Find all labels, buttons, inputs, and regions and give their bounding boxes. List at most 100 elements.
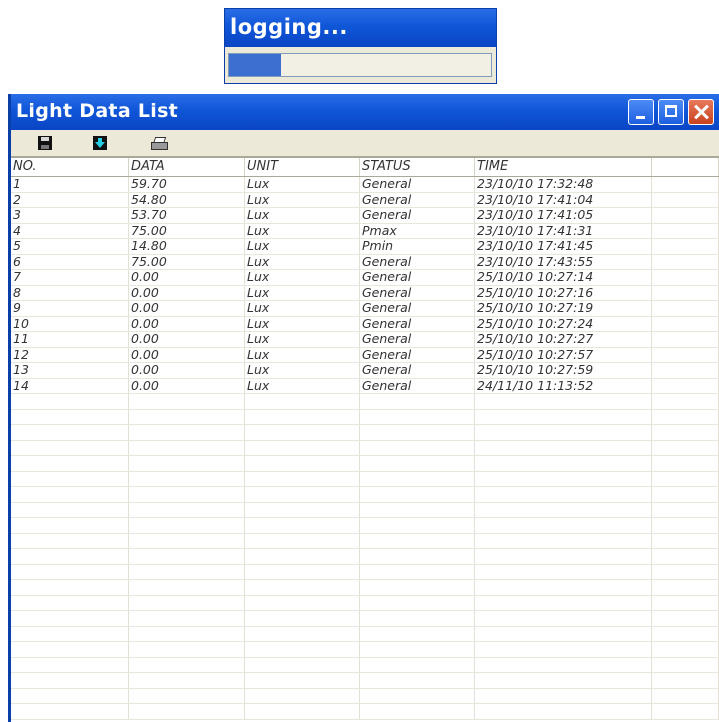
table-row[interactable]: 14 0.00 Lux General 24/11/10 11:13:52 xyxy=(11,378,719,394)
cell-time xyxy=(475,518,652,533)
table-row[interactable]: 10 0.00 Lux General 25/10/10 10:27:24 xyxy=(11,316,719,332)
cell-no: 4 xyxy=(11,223,129,238)
empty-table-row[interactable] xyxy=(11,440,719,456)
cell-empty xyxy=(652,394,719,409)
cell-unit xyxy=(245,549,360,564)
column-header-time[interactable]: TIME xyxy=(475,158,652,176)
light-data-list-window: Light Data List NO. DATA UNIT STATUS TIM… xyxy=(8,94,719,722)
table-row[interactable]: 7 0.00 Lux General 25/10/10 10:27:14 xyxy=(11,270,719,286)
empty-table-row[interactable] xyxy=(11,425,719,441)
empty-table-row[interactable] xyxy=(11,487,719,503)
cell-unit: Lux xyxy=(245,316,360,331)
table-row[interactable]: 11 0.00 Lux General 25/10/10 10:27:27 xyxy=(11,332,719,348)
cell-unit xyxy=(245,688,360,703)
table-row[interactable]: 6 75.00 Lux General 23/10/10 17:43:55 xyxy=(11,254,719,270)
cell-empty xyxy=(652,673,719,688)
cell-time xyxy=(475,425,652,440)
cell-status xyxy=(360,595,475,610)
download-icon[interactable] xyxy=(93,136,107,150)
empty-table-row[interactable] xyxy=(11,688,719,704)
table-row[interactable]: 5 14.80 Lux Pmin 23/10/10 17:41:45 xyxy=(11,239,719,255)
cell-unit: Lux xyxy=(245,301,360,316)
cell-status xyxy=(360,642,475,657)
cell-status xyxy=(360,440,475,455)
table-row[interactable]: 3 53.70 Lux General 23/10/10 17:41:05 xyxy=(11,208,719,224)
cell-data: 0.00 xyxy=(129,378,245,393)
cell-empty xyxy=(652,425,719,440)
minimize-button[interactable] xyxy=(628,99,654,125)
cell-unit: Lux xyxy=(245,239,360,254)
column-header-no[interactable]: NO. xyxy=(11,158,129,176)
cell-empty xyxy=(652,285,719,300)
cell-empty xyxy=(652,487,719,502)
empty-table-row[interactable] xyxy=(11,657,719,673)
cell-status xyxy=(360,487,475,502)
cell-data: 53.70 xyxy=(129,208,245,223)
empty-table-row[interactable] xyxy=(11,642,719,658)
cell-time: 23/10/10 17:41:05 xyxy=(475,208,652,223)
empty-table-row[interactable] xyxy=(11,595,719,611)
empty-table-row[interactable] xyxy=(11,580,719,596)
table-row[interactable]: 12 0.00 Lux General 25/10/10 10:27:57 xyxy=(11,347,719,363)
cell-empty xyxy=(652,580,719,595)
cell-unit xyxy=(245,642,360,657)
empty-table-row[interactable] xyxy=(11,471,719,487)
cell-empty xyxy=(652,208,719,223)
cell-time xyxy=(475,704,652,719)
table-row[interactable]: 8 0.00 Lux General 25/10/10 10:27:16 xyxy=(11,285,719,301)
cell-unit: Lux xyxy=(245,378,360,393)
cell-unit xyxy=(245,502,360,517)
empty-table-row[interactable] xyxy=(11,611,719,627)
empty-table-row[interactable] xyxy=(11,518,719,534)
empty-table-row[interactable] xyxy=(11,564,719,580)
column-header-status[interactable]: STATUS xyxy=(360,158,475,176)
column-header-empty[interactable] xyxy=(652,158,719,176)
cell-time xyxy=(475,564,652,579)
cell-no xyxy=(11,549,129,564)
empty-table-row[interactable] xyxy=(11,394,719,410)
table-row[interactable]: 13 0.00 Lux General 25/10/10 10:27:59 xyxy=(11,363,719,379)
cell-time xyxy=(475,642,652,657)
cell-unit: Lux xyxy=(245,332,360,347)
table-row[interactable]: 1 59.70 Lux General 23/10/10 17:32:48 xyxy=(11,177,719,193)
empty-table-row[interactable] xyxy=(11,673,719,689)
cell-empty xyxy=(652,471,719,486)
column-header-unit[interactable]: UNIT xyxy=(245,158,360,176)
maximize-button[interactable] xyxy=(658,99,684,125)
empty-table-row[interactable] xyxy=(11,533,719,549)
print-icon[interactable] xyxy=(151,137,168,150)
cell-time: 23/10/10 17:41:04 xyxy=(475,192,652,207)
cell-status: General xyxy=(360,177,475,192)
cell-data xyxy=(129,487,245,502)
cell-status xyxy=(360,688,475,703)
cell-empty xyxy=(652,332,719,347)
cell-time: 25/10/10 10:27:19 xyxy=(475,301,652,316)
data-list[interactable]: NO. DATA UNIT STATUS TIME 1 59.70 Lux Gener… xyxy=(11,157,719,722)
cell-time xyxy=(475,471,652,486)
cell-empty xyxy=(652,518,719,533)
cell-time xyxy=(475,611,652,626)
close-button[interactable] xyxy=(688,99,714,125)
empty-table-row[interactable] xyxy=(11,409,719,425)
cell-status: General xyxy=(360,208,475,223)
empty-table-row[interactable] xyxy=(11,456,719,472)
empty-table-row[interactable] xyxy=(11,502,719,518)
cell-data: 75.00 xyxy=(129,254,245,269)
cell-time xyxy=(475,394,652,409)
empty-table-row[interactable] xyxy=(11,626,719,642)
title-bar[interactable]: Light Data List xyxy=(11,94,719,130)
table-row[interactable]: 4 75.00 Lux Pmax 23/10/10 17:41:31 xyxy=(11,223,719,239)
cell-data: 0.00 xyxy=(129,347,245,362)
save-icon[interactable] xyxy=(38,136,52,150)
empty-table-row[interactable] xyxy=(11,704,719,720)
cell-unit xyxy=(245,564,360,579)
table-row[interactable]: 2 54.80 Lux General 23/10/10 17:41:04 xyxy=(11,192,719,208)
cell-unit: Lux xyxy=(245,347,360,362)
cell-data: 0.00 xyxy=(129,270,245,285)
cell-empty xyxy=(652,626,719,641)
empty-table-row[interactable] xyxy=(11,549,719,565)
cell-no xyxy=(11,425,129,440)
column-header-data[interactable]: DATA xyxy=(129,158,245,176)
cell-no: 8 xyxy=(11,285,129,300)
table-row[interactable]: 9 0.00 Lux General 25/10/10 10:27:19 xyxy=(11,301,719,317)
